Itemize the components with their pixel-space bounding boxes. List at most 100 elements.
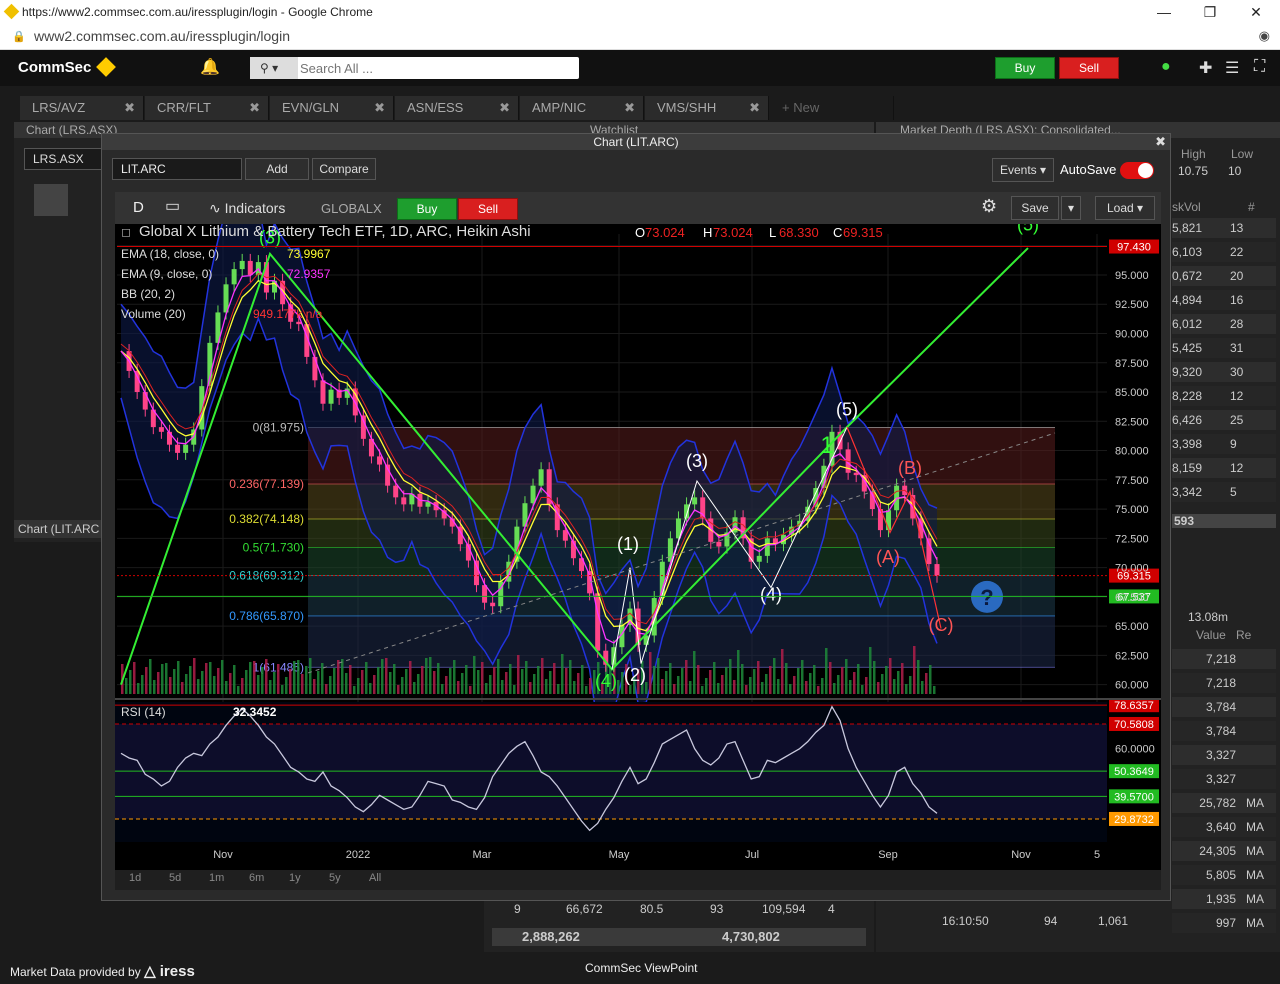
range-button-1d[interactable]: 1d	[129, 872, 141, 884]
crosshair-tool-icon[interactable]	[34, 184, 68, 216]
volume-bar	[541, 658, 544, 694]
tab-lrs-avz[interactable]: LRS/AVZ ✖	[20, 96, 144, 120]
trade-row[interactable]: 5,805 MA	[1172, 865, 1276, 885]
depth-row[interactable]: 6,012 28	[1172, 314, 1276, 334]
range-button-All[interactable]: All	[369, 872, 381, 884]
volume-bar	[845, 659, 848, 694]
trade-row[interactable]: 3,784	[1172, 721, 1276, 741]
search-box[interactable]: ⚲ ▾	[250, 57, 579, 79]
depth-row[interactable]: 6,426 25	[1172, 410, 1276, 430]
add-icon[interactable]: ✚	[1199, 58, 1212, 78]
depth-volume: 0,672	[1172, 269, 1203, 283]
chart-buy-button[interactable]: Buy	[397, 198, 457, 220]
depth-row[interactable]: 3,342 5	[1172, 482, 1276, 502]
price-chart-svg[interactable]: 0(81.975) 0.236(77.139) 0.382(74.148) 0.5(7…	[115, 187, 1161, 870]
volume-bar	[753, 669, 756, 694]
depth-row[interactable]: 9,320 30	[1172, 362, 1276, 382]
range-button-5y[interactable]: 5y	[329, 872, 341, 884]
load-dropdown[interactable]: Load ▾	[1095, 196, 1155, 220]
depth-row[interactable]: 0,672 20	[1172, 266, 1276, 286]
trade-row[interactable]: 7,218	[1172, 673, 1276, 693]
indicators-button[interactable]: ∿ Indicators	[209, 200, 285, 217]
volume-bar	[657, 658, 660, 694]
range-button-5d[interactable]: 5d	[169, 872, 181, 884]
trade-row[interactable]: 997 MA	[1172, 913, 1276, 933]
trade-row[interactable]: 25,782 MA	[1172, 793, 1276, 813]
autosave-toggle[interactable]	[1120, 162, 1154, 179]
volume-bar	[517, 655, 520, 694]
close-icon[interactable]: ✖	[624, 96, 635, 120]
legend-label: EMA (9, close, 0)	[121, 267, 212, 281]
close-window-icon[interactable]: ✕	[1246, 2, 1266, 22]
trade-row[interactable]: 1,935 MA	[1172, 889, 1276, 909]
fullscreen-icon[interactable]: ⛶	[1254, 58, 1265, 76]
trade-row[interactable]: 3,327	[1172, 769, 1276, 789]
add-button[interactable]: Add	[245, 158, 309, 180]
range-button-6m[interactable]: 6m	[249, 872, 264, 884]
depth-row[interactable]: 3,398 9	[1172, 434, 1276, 454]
range-button-1m[interactable]: 1m	[209, 872, 224, 884]
close-icon[interactable]: ✖	[499, 96, 510, 120]
tab-crr-flt[interactable]: CRR/FLT ✖	[145, 96, 269, 120]
candle-type-icon[interactable]: ▭	[165, 196, 180, 216]
url-text[interactable]: www2.commsec.com.au/iressplugin/login	[34, 28, 290, 44]
compare-button[interactable]: Compare	[312, 158, 376, 180]
address-bar[interactable]: 🔒 www2.commsec.com.au/iressplugin/login …	[0, 24, 1280, 50]
save-button[interactable]: Save	[1011, 196, 1059, 220]
volume-bar	[453, 660, 456, 694]
depth-row[interactable]: 8,159 12	[1172, 458, 1276, 478]
bell-icon[interactable]: 🔔	[200, 57, 220, 77]
depth-row[interactable]: 5,425 31	[1172, 338, 1276, 358]
volume-bar	[905, 684, 908, 694]
trade-value: 7,218	[1205, 652, 1236, 666]
trade-row[interactable]: 3,327	[1172, 745, 1276, 765]
commsec-logo[interactable]: CommSec	[18, 57, 117, 77]
trade-row[interactable]: 3,640 MA	[1172, 817, 1276, 837]
save-dropdown-icon[interactable]: ▾	[1061, 196, 1081, 220]
minimize-icon[interactable]: —	[1154, 2, 1174, 22]
volume-bar	[693, 651, 696, 694]
chart-area[interactable]: 0(81.975) 0.236(77.139) 0.382(74.148) 0.5(7…	[115, 187, 1161, 882]
tab-evn-gln[interactable]: EVN/GLN ✖	[270, 96, 394, 120]
tab-vms-shh[interactable]: VMS/SHH ✖	[645, 96, 769, 120]
header-sell-button[interactable]: Sell	[1059, 57, 1119, 79]
trade-row[interactable]: 7,218	[1172, 649, 1276, 669]
restore-icon[interactable]: ❐	[1200, 2, 1220, 22]
close-icon[interactable]: ✖	[1155, 134, 1166, 150]
events-dropdown[interactable]: Events ▾	[992, 158, 1054, 182]
symbol-input[interactable]: LIT.ARC	[112, 158, 242, 180]
volume-bar	[377, 667, 380, 694]
search-icon[interactable]: ⚲ ▾	[250, 57, 298, 79]
close-icon[interactable]: ✖	[374, 96, 385, 120]
background-symbol-field[interactable]: LRS.ASX	[24, 148, 112, 170]
tab-amp-nic[interactable]: AMP/NIC ✖	[520, 96, 644, 120]
depth-row[interactable]: 6,103 22	[1172, 242, 1276, 262]
rsi-level-text: 39.5700	[1114, 791, 1154, 803]
trade-row[interactable]: 24,305 MA	[1172, 841, 1276, 861]
interval-selector[interactable]: D	[133, 199, 144, 216]
tab-asn-ess[interactable]: ASN/ESS ✖	[395, 96, 519, 120]
chart-sell-button[interactable]: Sell	[458, 198, 518, 220]
trade-row[interactable]: 3,784	[1172, 697, 1276, 717]
wave-label: (A)	[876, 547, 900, 567]
lightbulb-icon[interactable]: ●	[1161, 58, 1171, 76]
eye-icon[interactable]: ◉	[1259, 28, 1270, 44]
close-icon[interactable]: ✖	[749, 96, 760, 120]
x-axis-bg	[115, 844, 1161, 862]
close-icon[interactable]: ✖	[124, 96, 135, 120]
y-tick-label: 67.500	[1115, 592, 1149, 604]
depth-row[interactable]: 4,894 16	[1172, 290, 1276, 310]
depth-count: 13	[1230, 221, 1244, 235]
search-input[interactable]	[300, 59, 570, 77]
gear-icon[interactable]: ⚙	[981, 196, 997, 217]
depth-row[interactable]: 8,228 12	[1172, 386, 1276, 406]
menu-icon[interactable]: ☰	[1225, 58, 1239, 78]
new-tab-button[interactable]: + New	[770, 96, 894, 120]
close-icon[interactable]: ✖	[249, 96, 260, 120]
header-buy-button[interactable]: Buy	[995, 57, 1055, 79]
range-button-1y[interactable]: 1y	[289, 872, 301, 884]
wave-label: (C)	[929, 615, 954, 635]
depth-row[interactable]: 5,821 13	[1172, 218, 1276, 238]
rsi-y-tick: 60.0000	[1115, 744, 1155, 756]
fib-level-label: 0.5(71.730)	[243, 540, 304, 554]
